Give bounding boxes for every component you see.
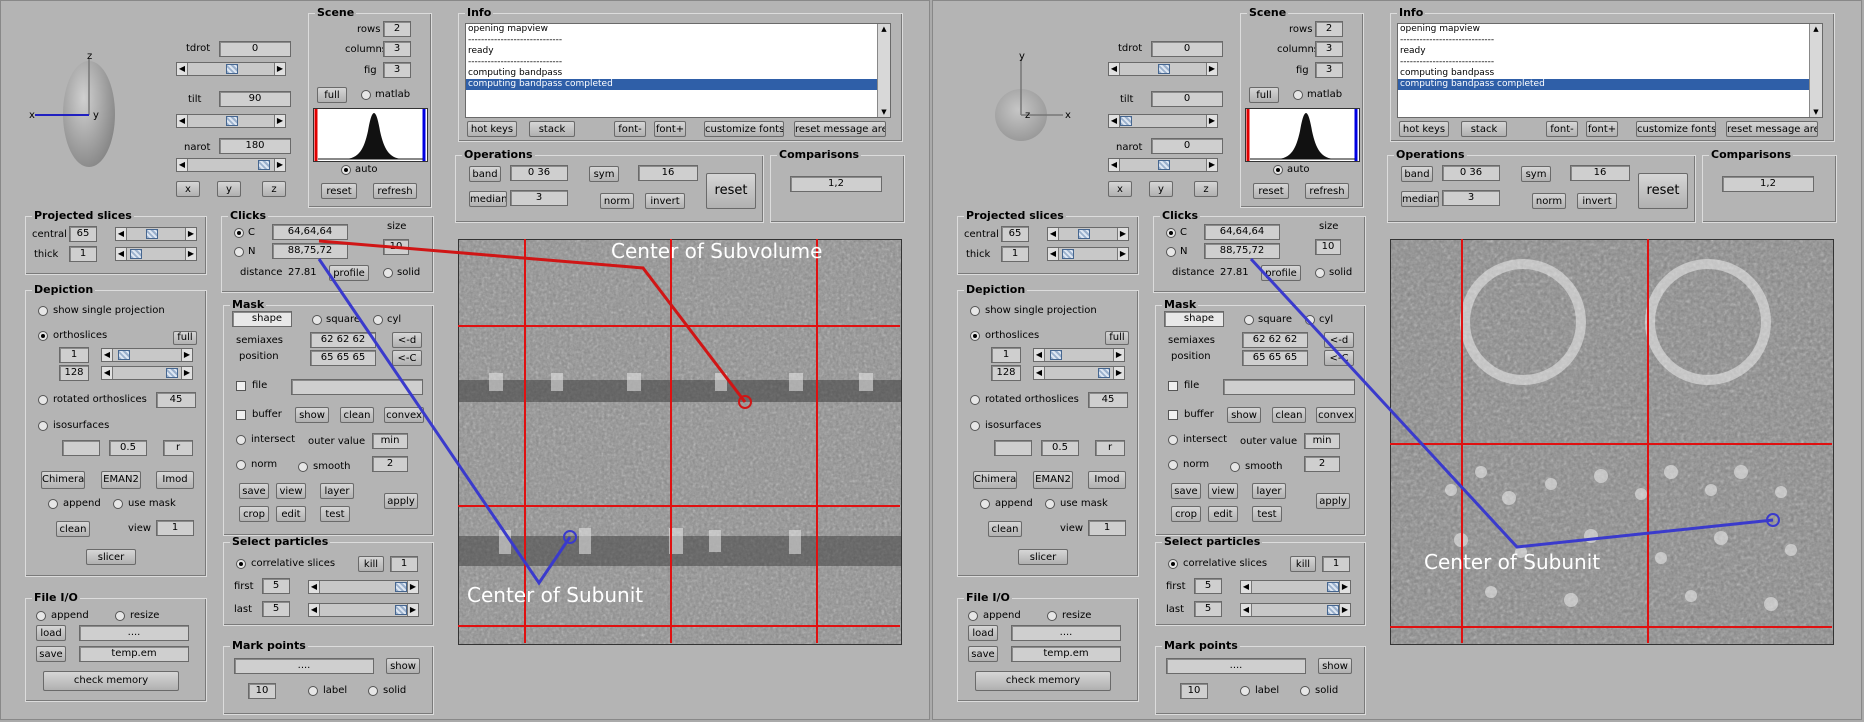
center-of-subvolume-label: Center of Subvolume	[611, 239, 823, 263]
viewer-grid	[1390, 239, 1832, 643]
center-of-subunit-label: Center of Subunit	[1424, 550, 1601, 574]
subvolume-pointer	[318, 239, 747, 403]
annotation-overlay	[1249, 239, 1832, 643]
center-of-subunit-label: Center of Subunit	[467, 583, 644, 607]
mapview-panel-right: y z x tdrot 0 ◀ ▶ tilt 0 ◀ ▶ narot 0 ◀ ▶ x …	[932, 0, 1862, 720]
mapview-panel-left: z x y tdrot 0 ◀ ▶ tilt 90 ◀ ▶ narot 180 ◀ ▶…	[0, 0, 930, 720]
annotation-overlay	[317, 239, 900, 643]
subunit-pointer	[1249, 257, 1774, 549]
subunit-pointer	[317, 258, 572, 586]
